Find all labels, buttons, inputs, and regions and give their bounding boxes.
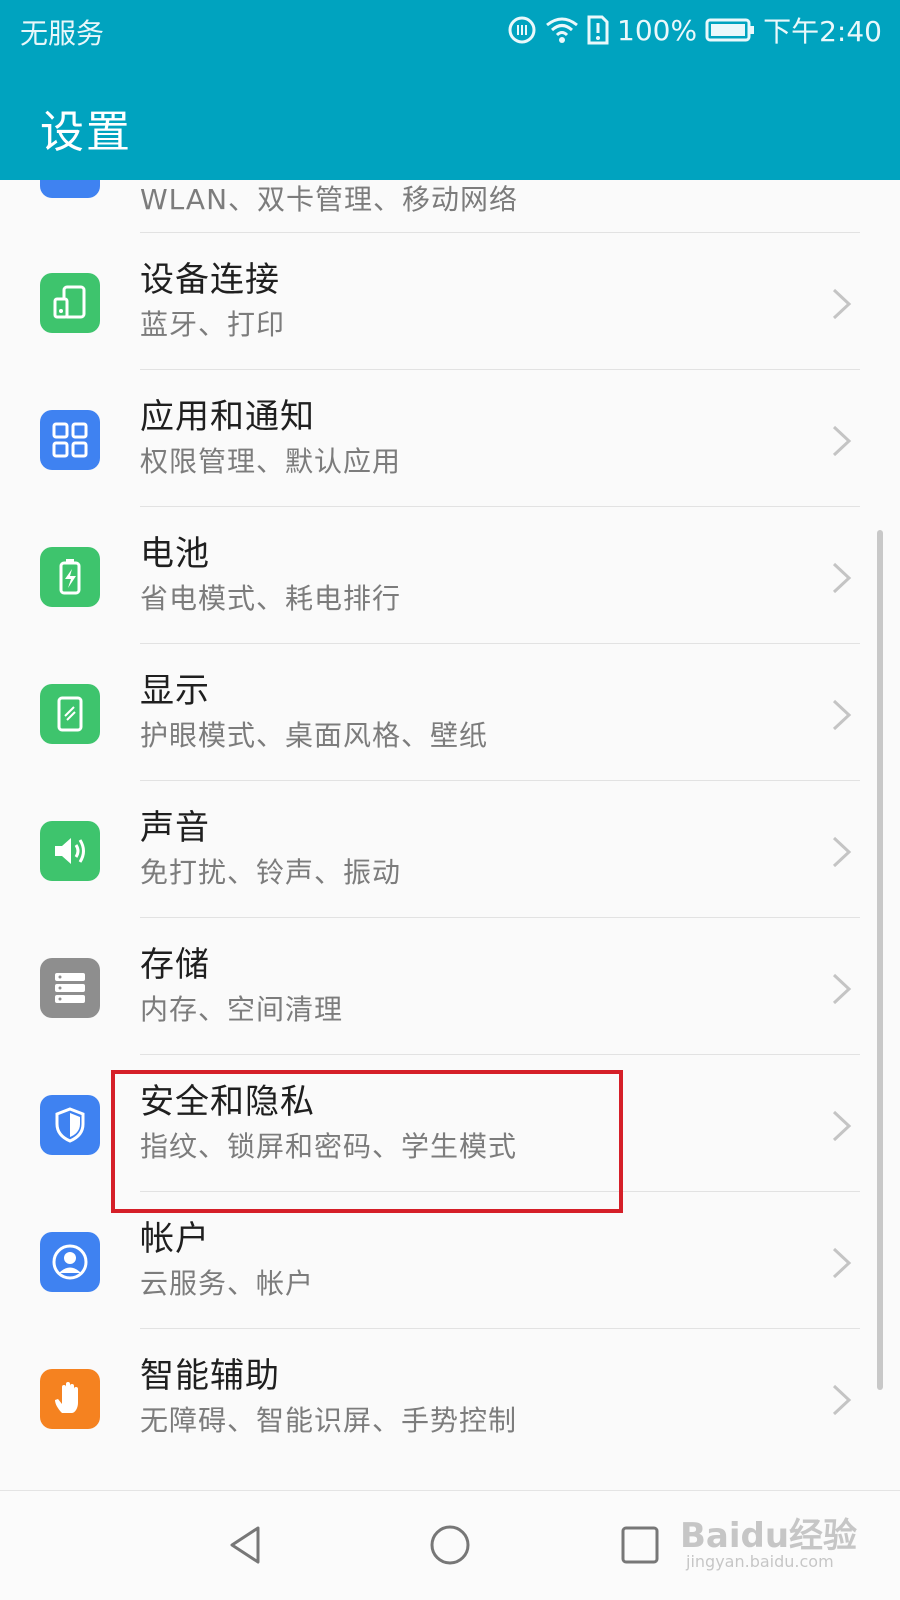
item-subtitle: 无障碍、智能识屏、手势控制	[140, 1404, 518, 1437]
chevron-right-icon	[832, 973, 852, 1005]
item-title: 存储	[140, 945, 210, 985]
item-title: 智能辅助	[140, 1356, 280, 1396]
battery-icon	[40, 547, 100, 607]
speaker-icon	[40, 821, 100, 881]
item-title: 电池	[140, 534, 210, 574]
hand-icon	[40, 1369, 100, 1429]
page-title: 设置	[40, 107, 132, 158]
settings-item-display[interactable]: 显示 护眼模式、桌面风格、壁纸	[0, 644, 900, 784]
item-title: 安全和隐私	[140, 1082, 315, 1122]
storage-icon	[40, 958, 100, 1018]
wifi-icon	[545, 15, 579, 45]
recents-button[interactable]	[608, 1513, 672, 1577]
chevron-right-icon	[832, 1247, 852, 1279]
chevron-right-icon	[832, 699, 852, 731]
device-connection-icon	[40, 273, 100, 333]
item-title: 设备连接	[140, 260, 280, 300]
watermark-sub: jingyan.baidu.com	[686, 1552, 834, 1571]
settings-item-storage[interactable]: 存储 内存、空间清理	[0, 918, 900, 1058]
settings-item-smart-assist[interactable]: 智能辅助 无障碍、智能识屏、手势控制	[0, 1329, 900, 1469]
scrollbar[interactable]	[877, 530, 883, 1390]
chevron-right-icon	[832, 425, 852, 457]
account-icon	[40, 1232, 100, 1292]
watermark-main: Baidu经验	[680, 1516, 858, 1556]
item-title: 显示	[140, 671, 210, 711]
settings-item-device-connection[interactable]: 设备连接 蓝牙、打印	[0, 233, 900, 373]
item-subtitle: 权限管理、默认应用	[140, 445, 402, 478]
settings-screen: 无服务 100% 下午2:40 设置 WLAN、双卡管理、移动网络 设备连接 蓝…	[0, 0, 900, 1600]
carrier-text: 无服务	[20, 17, 105, 50]
home-button[interactable]	[418, 1513, 482, 1577]
item-subtitle: 免打扰、铃声、振动	[140, 856, 402, 889]
network-icon	[40, 180, 100, 198]
recents-square-icon	[621, 1526, 659, 1564]
home-circle-icon	[430, 1525, 470, 1565]
chevron-right-icon	[832, 288, 852, 320]
watermark: Baidu经验 jingyan.baidu.com	[680, 1506, 880, 1584]
chevron-right-icon	[832, 836, 852, 868]
settings-item-account[interactable]: 帐户 云服务、帐户	[0, 1192, 900, 1332]
settings-list[interactable]: WLAN、双卡管理、移动网络 设备连接 蓝牙、打印 应用和通知 权限管理、默认应…	[0, 180, 900, 1490]
sim-alert-icon	[587, 15, 609, 45]
item-subtitle: 指纹、锁屏和密码、学生模式	[140, 1130, 518, 1163]
status-icons: 100% 下午2:40	[507, 10, 882, 50]
item-subtitle: 蓝牙、打印	[140, 308, 286, 341]
item-subtitle: 省电模式、耗电排行	[140, 582, 402, 615]
item-subtitle: 内存、空间清理	[140, 993, 344, 1026]
back-button[interactable]	[214, 1513, 278, 1577]
settings-item-network[interactable]: WLAN、双卡管理、移动网络	[0, 180, 900, 238]
item-subtitle: WLAN、双卡管理、移动网络	[140, 183, 519, 216]
apps-grid-icon	[40, 410, 100, 470]
display-icon	[40, 684, 100, 744]
battery-full-icon	[705, 17, 755, 43]
chevron-right-icon	[832, 1110, 852, 1142]
chevron-right-icon	[832, 1384, 852, 1416]
item-subtitle: 云服务、帐户	[140, 1267, 315, 1300]
item-subtitle: 护眼模式、桌面风格、壁纸	[140, 719, 489, 752]
battery-percent: 100%	[617, 13, 698, 47]
item-title: 声音	[140, 808, 210, 848]
item-title: 应用和通知	[140, 397, 315, 437]
shield-icon	[40, 1095, 100, 1155]
back-triangle-icon	[230, 1526, 260, 1564]
clock-time: 下午2:40	[763, 15, 882, 48]
settings-item-apps[interactable]: 应用和通知 权限管理、默认应用	[0, 370, 900, 510]
settings-item-security-privacy[interactable]: 安全和隐私 指纹、锁屏和密码、学生模式	[0, 1055, 900, 1195]
settings-item-sound[interactable]: 声音 免打扰、铃声、振动	[0, 781, 900, 921]
settings-item-battery[interactable]: 电池 省电模式、耗电排行	[0, 507, 900, 647]
item-title: 帐户	[140, 1219, 210, 1259]
status-bar: 无服务 100% 下午2:40	[0, 0, 900, 62]
data-saver-icon	[507, 15, 537, 45]
chevron-right-icon	[832, 562, 852, 594]
app-bar: 无服务 100% 下午2:40 设置	[0, 0, 900, 180]
